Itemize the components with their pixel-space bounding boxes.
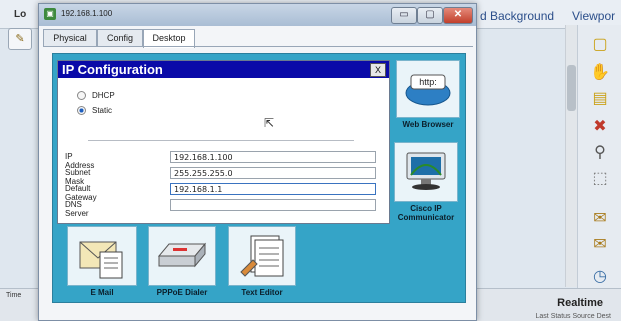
tab-physical[interactable]: Physical — [43, 29, 97, 47]
background-scrollbar-thumb[interactable] — [567, 65, 576, 111]
background-app-label: Lo — [14, 9, 27, 20]
mouse-cursor-icon: ⇱ — [264, 116, 275, 130]
static-radio[interactable]: Static — [77, 106, 112, 115]
dhcp-radio-label: DHCP — [92, 91, 115, 100]
static-radio-indicator[interactable] — [77, 106, 86, 115]
dns-server-input[interactable] — [170, 199, 376, 211]
background-tab-viewport[interactable]: Viewpor — [572, 9, 615, 23]
time-label: Time — [6, 292, 22, 299]
realtime-mode-label[interactable]: Realtime — [557, 297, 603, 309]
background-tab-background[interactable]: d Background — [480, 9, 554, 23]
cisco-ip-communicator-label-line2: Communicator — [397, 213, 455, 222]
pppoe-dialer-app[interactable]: PPPoE Dialer — [147, 226, 217, 297]
minimize-button[interactable]: ▭ — [391, 7, 417, 24]
tab-divider — [43, 46, 473, 47]
text-editor-app[interactable]: Text Editor — [227, 226, 297, 297]
delete-icon[interactable]: ✖ — [588, 115, 612, 137]
static-radio-label: Static — [92, 106, 113, 115]
dialog-separator — [88, 140, 354, 141]
pc-icon: ▣ — [44, 8, 56, 20]
cisco-ip-communicator-icon[interactable] — [394, 142, 458, 202]
pdu-list-header: Last Status Source Dest — [535, 313, 611, 320]
web-browser-icon[interactable]: http: — [396, 60, 460, 118]
tab-config[interactable]: Config — [97, 29, 143, 47]
email-label: E Mail — [90, 288, 114, 297]
desktop-area: http: Web Browser Cisco IP Communicator — [52, 53, 466, 303]
close-window-button[interactable]: ✕ — [443, 7, 473, 24]
web-browser-app[interactable]: http: Web Browser — [393, 60, 463, 129]
default-gateway-input[interactable]: 192.168.1.1 — [170, 183, 376, 195]
logical-workspace-icon[interactable]: ✎ — [8, 28, 32, 50]
realtime-clock-icon[interactable]: ◷ — [588, 265, 612, 287]
window-titlebar[interactable]: ▣ 192.168.1.100 ▭ ▢ ✕ — [39, 4, 476, 26]
maximize-button[interactable]: ▢ — [417, 7, 443, 24]
ip-address-input[interactable]: 192.168.1.100 — [170, 151, 376, 163]
ip-configuration-title: IP Configuration — [62, 62, 163, 77]
web-browser-icon-text: http: — [419, 77, 437, 87]
pppoe-dialer-label: PPPoE Dialer — [156, 288, 208, 297]
web-browser-label: Web Browser — [402, 120, 454, 129]
select-tool-icon[interactable]: ▢ — [588, 33, 612, 55]
cisco-ip-communicator-app[interactable]: Cisco IP Communicator — [387, 142, 465, 222]
pc-device-window: ▣ 192.168.1.100 ▭ ▢ ✕ Physical Config De… — [38, 3, 477, 321]
email-icon[interactable] — [67, 226, 137, 286]
pppoe-dialer-icon[interactable] — [148, 226, 216, 286]
window-title: 192.168.1.100 — [61, 9, 113, 18]
inspect-icon[interactable]: ⚲ — [588, 141, 612, 163]
resize-shape-icon[interactable]: ⬚ — [588, 167, 612, 189]
add-simple-pdu-icon[interactable]: ✉ — [588, 207, 612, 229]
ip-configuration-titlebar[interactable]: IP Configuration X — [58, 61, 389, 78]
dhcp-radio-indicator[interactable] — [77, 91, 86, 100]
add-complex-pdu-icon[interactable]: ✉ — [588, 233, 612, 255]
right-toolbar: ▢ ✋ ▤ ✖ ⚲ ⬚ ✉ ✉ ◷ — [577, 25, 621, 295]
text-editor-icon[interactable] — [228, 226, 296, 286]
dhcp-radio[interactable]: DHCP — [77, 91, 115, 100]
note-icon[interactable]: ▤ — [588, 87, 612, 109]
move-layout-icon[interactable]: ✋ — [588, 61, 612, 83]
dns-server-label: DNS Server — [65, 200, 89, 218]
ip-configuration-dialog: IP Configuration X DHCP Static ⇱ IP Addr… — [57, 60, 390, 224]
ip-configuration-close-button[interactable]: X — [370, 63, 386, 77]
cisco-ip-communicator-label-line1: Cisco IP — [410, 204, 442, 213]
email-app[interactable]: E Mail — [67, 226, 137, 297]
subnet-mask-input[interactable]: 255.255.255.0 — [170, 167, 376, 179]
text-editor-label: Text Editor — [241, 288, 283, 297]
